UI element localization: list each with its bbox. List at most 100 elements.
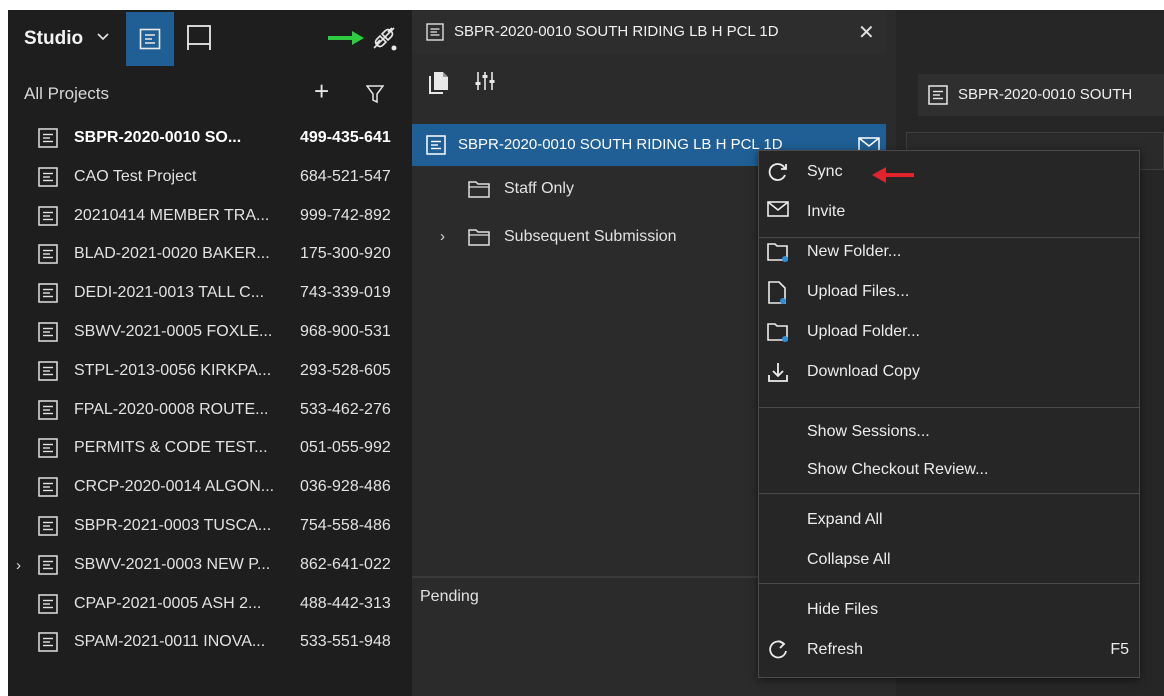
- project-row[interactable]: CRCP-2020-0014 ALGON... 036-928-486: [8, 469, 412, 507]
- project-name: SPAM-2021-0011 INOVA...: [74, 633, 266, 651]
- chevron-right-icon[interactable]: ›: [16, 557, 21, 574]
- all-projects-dropdown[interactable]: All Projects: [24, 84, 109, 104]
- project-icon: [38, 244, 58, 269]
- menu-item-label: Upload Folder...: [807, 323, 920, 340]
- folder-row[interactable]: Staff Only: [440, 172, 760, 206]
- project-name: SBWV-2021-0005 FOXLE...: [74, 323, 273, 340]
- project-id: 684-521-547: [300, 167, 391, 185]
- project-name: CPAP-2021-0005 ASH 2...: [74, 594, 262, 612]
- context-menu: Sync Invite New Folder... Upload Files... Up…: [758, 150, 1140, 678]
- project-icon: [38, 477, 58, 502]
- menu-separator: [759, 583, 1139, 584]
- project-icon: [38, 361, 58, 386]
- menu-item-invite[interactable]: Invite: [759, 193, 1139, 231]
- menu-item-label: Upload Files...: [807, 283, 910, 300]
- project-name: SBPR-2020-0010 SO...: [74, 129, 242, 146]
- project-icon: [38, 205, 58, 231]
- menu-separator: [759, 407, 1139, 408]
- mail-icon: [767, 201, 789, 222]
- folder-label: Staff Only: [504, 180, 574, 197]
- project-row[interactable]: PERMITS & CODE TEST... 051-055-992: [8, 430, 412, 468]
- details-title-label: SBPR-2020-0010 SOUTH: [958, 86, 1133, 103]
- upload-files-icon: [767, 281, 787, 310]
- project-icon: [928, 85, 948, 110]
- project-row[interactable]: 20210414 MEMBER TRA... 999-742-892: [8, 198, 412, 236]
- project-row[interactable]: › SBWV-2021-0003 NEW P... 862-641-022: [8, 547, 412, 585]
- sync-icon: [767, 161, 789, 188]
- project-icon: [38, 555, 58, 580]
- new-folder-icon: [767, 241, 789, 268]
- project-row[interactable]: SBPR-2020-0010 SO... 499-435-641: [8, 120, 412, 158]
- project-icon: [38, 322, 58, 347]
- project-id: 293-528-605: [300, 361, 391, 379]
- folder-label: Subsequent Submission: [504, 228, 677, 245]
- menu-item-download-copy[interactable]: Download Copy: [759, 353, 1139, 391]
- project-id: 862-641-022: [300, 555, 391, 573]
- menu-item-show-checkout-review[interactable]: Show Checkout Review...: [759, 451, 1139, 489]
- project-icon: [426, 23, 444, 46]
- project-icon: [426, 135, 446, 160]
- project-row[interactable]: CAO Test Project 684-521-547: [8, 159, 412, 197]
- folder-row[interactable]: › Subsequent Submission: [440, 220, 760, 254]
- project-list-view-button[interactable]: [126, 12, 174, 66]
- add-project-button[interactable]: +: [314, 78, 329, 104]
- menu-item-sync[interactable]: Sync: [759, 153, 1139, 191]
- download-icon: [767, 361, 789, 388]
- layout-icon: [187, 25, 211, 50]
- menu-item-show-sessions[interactable]: Show Sessions...: [759, 413, 1139, 451]
- menu-item-new-folder[interactable]: New Folder...: [759, 233, 1139, 271]
- red-arrow-annotation: [870, 166, 916, 189]
- menu-item-upload-files[interactable]: Upload Files...: [759, 273, 1139, 311]
- project-icon: [38, 516, 58, 541]
- settings-sliders-icon[interactable]: [474, 70, 496, 97]
- project-icon: [38, 593, 58, 619]
- menu-item-hide-files[interactable]: Hide Files: [759, 591, 1139, 629]
- menu-item-shortcut: F5: [1110, 641, 1129, 658]
- project-id: 533-462-276: [300, 400, 391, 418]
- project-id: 175-300-920: [300, 245, 391, 263]
- project-id: 743-339-019: [300, 284, 391, 302]
- project-name: BLAD-2021-0020 BAKER...: [74, 245, 270, 263]
- project-row[interactable]: FPAL-2020-0008 ROUTE... 533-462-276: [8, 392, 412, 430]
- project-row[interactable]: CPAP-2021-0005 ASH 2... 488-442-313: [8, 586, 412, 624]
- menu-item-label: Expand All: [807, 511, 883, 528]
- project-icon: [38, 128, 58, 153]
- sidebar-header: Studio: [8, 10, 412, 68]
- tab-project[interactable]: SBPR-2020-0010 SOUTH RIDING LB H PCL 1D …: [412, 10, 886, 54]
- project-row[interactable]: BLAD-2021-0020 BAKER... 175-300-920: [8, 236, 412, 274]
- project-name: CRCP-2020-0014 ALGON...: [74, 478, 275, 496]
- chevron-down-icon[interactable]: [96, 30, 110, 49]
- details-title: SBPR-2020-0010 SOUTH: [918, 74, 1164, 116]
- menu-item-collapse-all[interactable]: Collapse All: [759, 541, 1139, 579]
- close-icon[interactable]: ✕: [858, 20, 875, 45]
- menu-item-upload-folder[interactable]: Upload Folder...: [759, 313, 1139, 351]
- project-row[interactable]: SBWV-2021-0005 FOXLE... 968-900-531: [8, 314, 412, 352]
- menu-item-label: Sync: [807, 163, 843, 180]
- project-row[interactable]: SBPR-2021-0003 TUSCA... 754-558-486: [8, 508, 412, 546]
- studio-menu-label[interactable]: Studio: [24, 28, 83, 50]
- menu-item-label: Collapse All: [807, 551, 891, 568]
- project-row[interactable]: DEDI-2021-0013 TALL C... 743-339-019: [8, 275, 412, 313]
- folder-icon: [468, 179, 490, 204]
- menu-item-expand-all[interactable]: Expand All: [759, 501, 1139, 539]
- layout-view-button[interactable]: [186, 24, 212, 57]
- menu-item-label: Download Copy: [807, 363, 920, 380]
- menu-item-label: New Folder...: [807, 243, 902, 260]
- project-name: CAO Test Project: [74, 167, 197, 185]
- project-name: STPL-2013-0056 KIRKPA...: [74, 361, 272, 379]
- connection-status-icon[interactable]: [370, 24, 398, 57]
- chevron-right-icon[interactable]: ›: [440, 228, 445, 245]
- project-name: 20210414 MEMBER TRA...: [74, 206, 270, 224]
- project-row[interactable]: SPAM-2021-0011 INOVA... 533-551-948: [8, 624, 412, 662]
- menu-item-refresh[interactable]: Refresh F5: [759, 631, 1139, 669]
- documents-icon[interactable]: [428, 68, 450, 99]
- project-id: 999-742-892: [300, 206, 391, 224]
- project-icon: [38, 167, 58, 192]
- project-row[interactable]: STPL-2013-0056 KIRKPA... 293-528-605: [8, 353, 412, 391]
- menu-item-label: Show Sessions...: [807, 423, 930, 440]
- project-name: PERMITS & CODE TEST...: [74, 439, 268, 457]
- project-id: 968-900-531: [300, 323, 391, 340]
- filter-icon[interactable]: [365, 84, 385, 109]
- project-name: DEDI-2021-0013 TALL C...: [74, 284, 265, 302]
- refresh-icon: [767, 639, 789, 666]
